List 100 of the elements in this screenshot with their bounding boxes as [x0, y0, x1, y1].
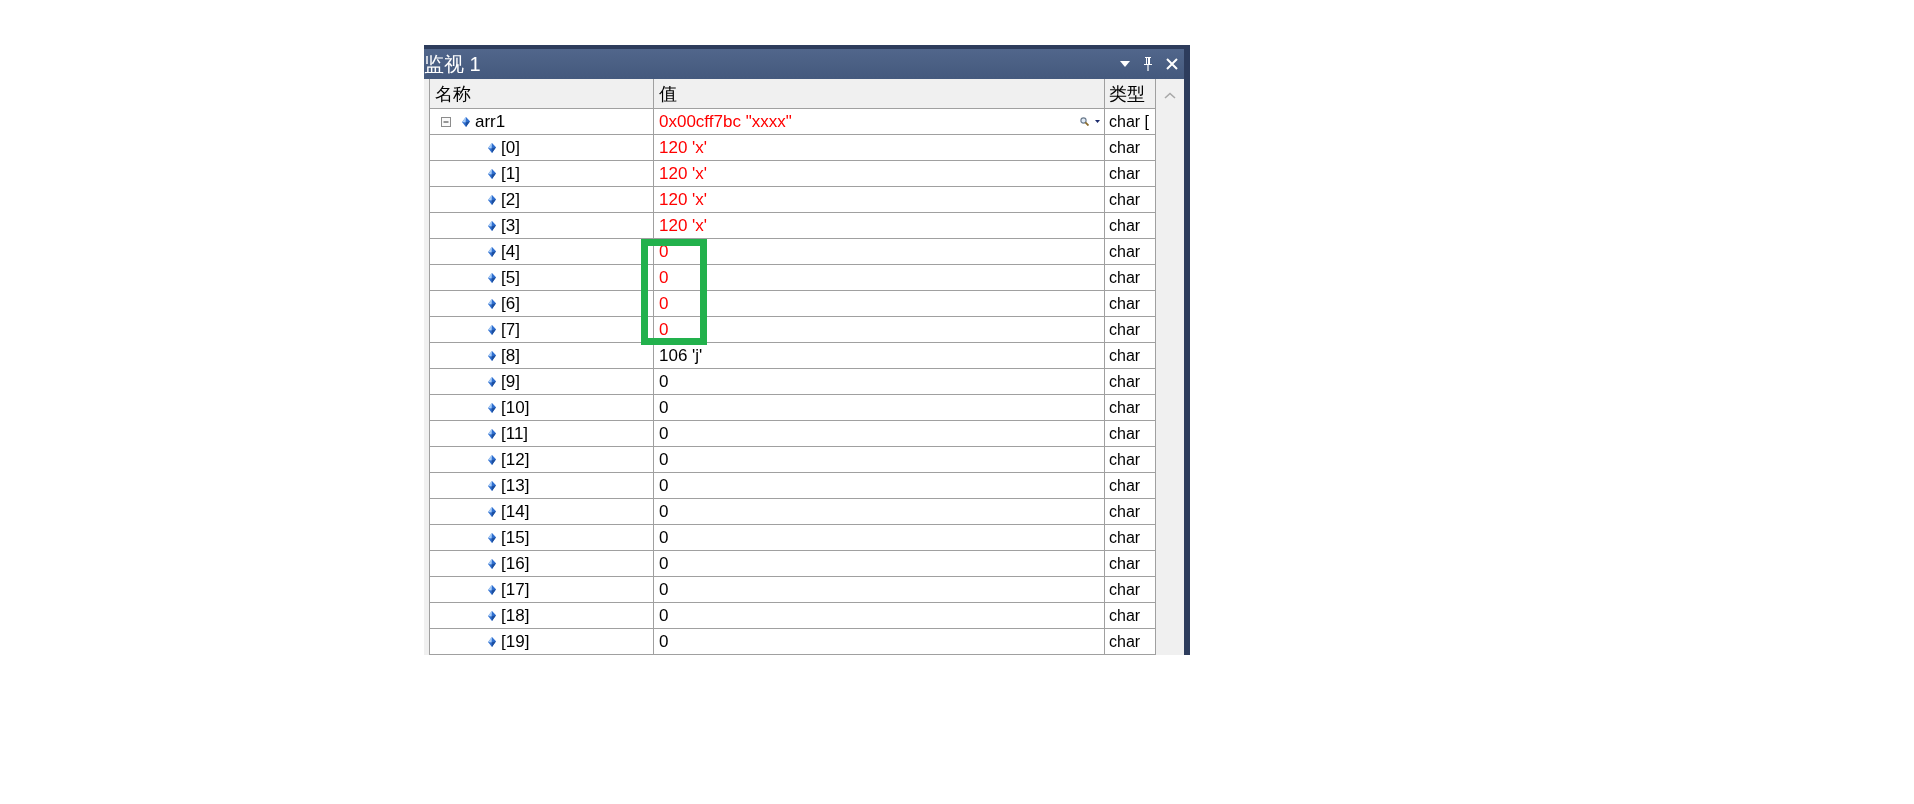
tree-row[interactable]: [9] 0 char: [429, 369, 1156, 395]
variable-name: [4]: [501, 241, 520, 262]
diamond-icon: [488, 506, 496, 517]
diamond-icon: [488, 636, 496, 647]
diamond-icon: [488, 558, 496, 569]
tree-row[interactable]: [19] 0 char: [429, 629, 1156, 655]
type-text: char: [1109, 319, 1141, 340]
variable-name: [18]: [501, 605, 530, 626]
variable-name: [1]: [501, 163, 520, 184]
tree-row[interactable]: [10] 0 char: [429, 395, 1156, 421]
variable-name: [17]: [501, 579, 530, 600]
type-text: char: [1109, 579, 1141, 600]
tree-row[interactable]: [2] 120 'x' char: [429, 187, 1156, 213]
type-text: char: [1109, 501, 1141, 522]
diamond-icon: [488, 324, 496, 335]
type-text: char: [1109, 423, 1141, 444]
variable-name: [5]: [501, 267, 520, 288]
diamond-icon: [488, 272, 496, 283]
search-icon[interactable]: [1080, 117, 1089, 126]
value-text: 0: [659, 267, 669, 288]
variable-name: [9]: [501, 371, 520, 392]
value-text: 120 'x': [659, 137, 708, 158]
variable-name: arr1: [475, 111, 506, 132]
diamond-icon: [488, 402, 496, 413]
diamond-icon: [488, 584, 496, 595]
type-text: char: [1109, 267, 1141, 288]
type-text: char: [1109, 449, 1141, 470]
value-text: 0: [659, 579, 669, 600]
type-text: char: [1109, 215, 1141, 236]
diamond-icon: [488, 220, 496, 231]
scrollbar[interactable]: [1156, 79, 1184, 655]
close-icon[interactable]: [1166, 58, 1178, 70]
tree-row[interactable]: [1] 120 'x' char: [429, 161, 1156, 187]
value-text: 0: [659, 293, 669, 314]
type-text: char: [1109, 397, 1141, 418]
diamond-icon: [488, 246, 496, 257]
diamond-icon: [488, 428, 496, 439]
variable-name: [3]: [501, 215, 520, 236]
type-text: char: [1109, 345, 1141, 366]
tree-row[interactable]: [8] 106 'j' char: [429, 343, 1156, 369]
diamond-icon: [488, 350, 496, 361]
tree-row[interactable]: [0] 120 'x' char: [429, 135, 1156, 161]
tree-row[interactable]: [11] 0 char: [429, 421, 1156, 447]
variable-name: [12]: [501, 449, 530, 470]
type-text: char: [1109, 475, 1141, 496]
diamond-icon: [488, 142, 496, 153]
type-text: char: [1109, 527, 1141, 548]
value-text: 0: [659, 319, 669, 340]
diamond-icon: [488, 168, 496, 179]
variable-name: [2]: [501, 189, 520, 210]
tree-row[interactable]: [13] 0 char: [429, 473, 1156, 499]
tree-row[interactable]: [16] 0 char: [429, 551, 1156, 577]
tree-row[interactable]: arr1 0x00cff7bc "xxxx" char [: [429, 109, 1156, 135]
tree-row[interactable]: [17] 0 char: [429, 577, 1156, 603]
diamond-icon: [488, 480, 496, 491]
value-text: 0: [659, 475, 669, 496]
caret-icon[interactable]: [1095, 120, 1100, 123]
variable-name: [14]: [501, 501, 530, 522]
diamond-icon: [488, 454, 496, 465]
value-text: 106 'j': [659, 345, 703, 366]
value-text: 120 'x': [659, 189, 708, 210]
type-text: char: [1109, 553, 1141, 574]
tree-row[interactable]: [15] 0 char: [429, 525, 1156, 551]
diamond-icon: [488, 532, 496, 543]
variable-name: [13]: [501, 475, 530, 496]
diamond-icon: [488, 376, 496, 387]
type-text: char: [1109, 189, 1141, 210]
tree-row[interactable]: [7] 0 char: [429, 317, 1156, 343]
variable-name: [16]: [501, 553, 530, 574]
value-text: 0: [659, 631, 669, 652]
diamond-icon: [488, 610, 496, 621]
tree-row[interactable]: [5] 0 char: [429, 265, 1156, 291]
variable-name: [8]: [501, 345, 520, 366]
pin-icon[interactable]: [1143, 57, 1153, 71]
value-text: 0: [659, 449, 669, 470]
tree-row[interactable]: [18] 0 char: [429, 603, 1156, 629]
variable-name: [6]: [501, 293, 520, 314]
type-text: char: [1109, 163, 1141, 184]
tree-row[interactable]: [6] 0 char: [429, 291, 1156, 317]
variable-name: [10]: [501, 397, 530, 418]
type-text: char: [1109, 605, 1141, 626]
value-text: 0: [659, 501, 669, 522]
variable-name: [7]: [501, 319, 520, 340]
value-text: 120 'x': [659, 215, 708, 236]
tree-row[interactable]: [14] 0 char: [429, 499, 1156, 525]
variable-name: [19]: [501, 631, 530, 652]
value-text: 0: [659, 423, 669, 444]
value-text: 0: [659, 527, 669, 548]
column-header[interactable]: 名称: [429, 79, 654, 108]
diamond-icon: [488, 298, 496, 309]
dropdown-icon[interactable]: [1120, 61, 1130, 67]
type-text: char: [1109, 293, 1141, 314]
window-title: 监视 1: [424, 52, 481, 77]
tree-row[interactable]: [3] 120 'x' char: [429, 213, 1156, 239]
variable-name: [15]: [501, 527, 530, 548]
value-text: 0: [659, 553, 669, 574]
value-text: 0: [659, 397, 669, 418]
tree-row[interactable]: [12] 0 char: [429, 447, 1156, 473]
collapse-icon[interactable]: [441, 116, 451, 127]
column-header[interactable]: 值: [654, 79, 1105, 108]
